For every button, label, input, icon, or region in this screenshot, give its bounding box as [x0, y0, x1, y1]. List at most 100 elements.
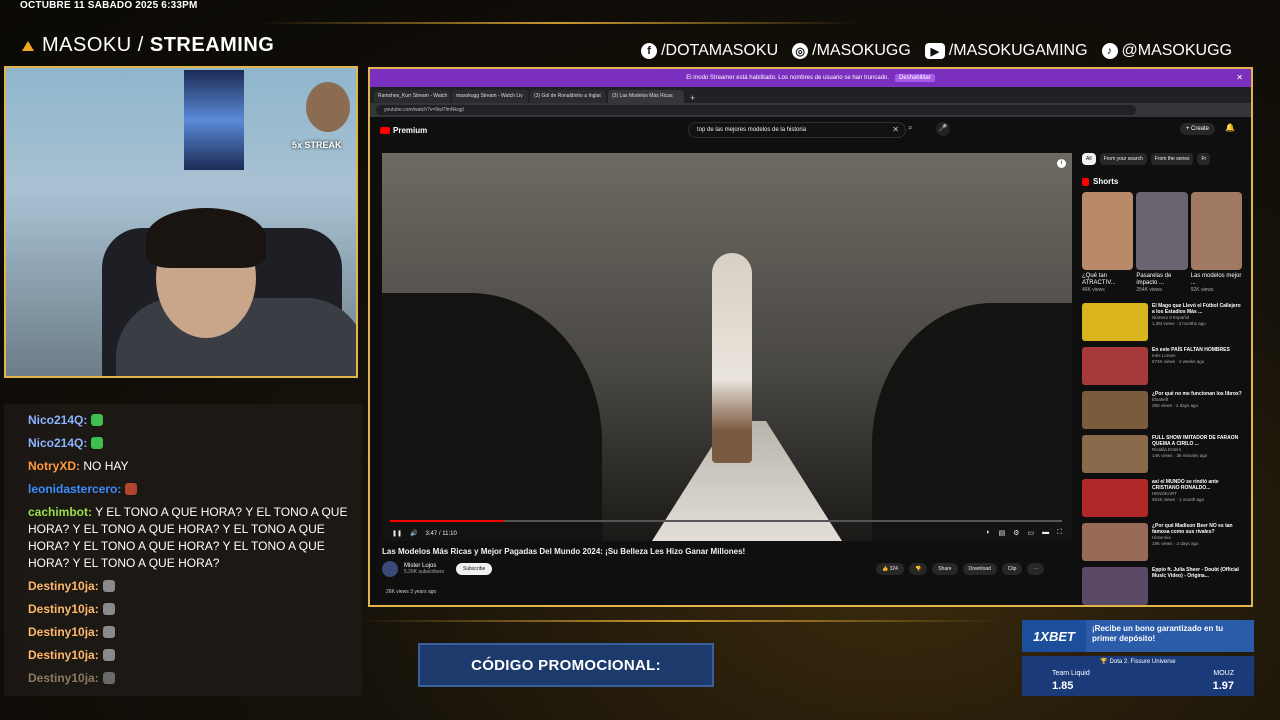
video-thumbnail[interactable] [1082, 347, 1148, 385]
filter-chip[interactable]: Fr [1197, 153, 1211, 165]
share-button[interactable]: Share [932, 563, 958, 575]
short-thumbnail[interactable] [1190, 192, 1242, 270]
video-title[interactable]: Eppio ft. Julia Sheer - Doubt (Official … [1152, 567, 1242, 579]
chat-message: leonidastercero: [28, 481, 358, 498]
clip-button[interactable]: Clip [1001, 563, 1023, 575]
clear-search-icon[interactable]: ✕ [892, 125, 899, 134]
short-card[interactable]: ¿Qué tan ATRACTIV... 46K views [1082, 192, 1134, 293]
short-title[interactable]: Las modelos mejor ... [1191, 273, 1242, 287]
autoplay-toggle-icon[interactable]: ◐ [986, 529, 990, 537]
filter-chip[interactable]: From your search [1099, 153, 1147, 165]
video-meta: 18K views · 2 days ago [1152, 541, 1199, 546]
more-options-icon[interactable]: ⋯ [1027, 563, 1045, 575]
social-handle[interactable]: ♪ @MASOKUGG [1101, 42, 1232, 60]
recommended-video[interactable]: así el MUNDO se rindió ante CRISTIANO RO… [1082, 479, 1242, 521]
recommendations-sidebar: All From your search From the series Fr Sho… [1082, 153, 1242, 605]
video-title[interactable]: FULL SHOW IMITADOR DE FARAON QUEMA A CIR… [1152, 435, 1242, 447]
chat-username[interactable]: NotryXD: [28, 459, 80, 473]
chat-message: cachimbot: Y EL TONO A QUE HORA? Y EL TO… [28, 504, 358, 572]
streamer-hair [146, 208, 266, 268]
progress-bar[interactable] [390, 520, 1062, 522]
team2-odds: 1.97 [1212, 680, 1234, 692]
url-field[interactable]: youtube.com/watch?v=9wl7lmNkqgI [376, 105, 1136, 115]
video-thumbnail[interactable] [1082, 391, 1148, 429]
video-thumbnail[interactable] [1082, 523, 1148, 561]
short-card[interactable]: Pasarelas de impacto ... 254K views [1136, 192, 1188, 293]
chat-emote-icon [102, 580, 115, 592]
recommended-list: El Mago que Llevó el Fútbol Callejero a … [1082, 303, 1242, 605]
shorts-heading: Shorts [1082, 177, 1242, 186]
video-thumbnail[interactable] [1082, 567, 1148, 605]
create-button[interactable]: + Create [1179, 123, 1215, 135]
mic-icon[interactable]: 🎤 [936, 122, 950, 136]
volume-icon[interactable]: 🔊 [410, 530, 417, 537]
recommended-video[interactable]: En este PAÍS FALTAN HOMBRES Inés Lorsen 67… [1082, 347, 1242, 389]
filter-chip[interactable]: All [1082, 153, 1096, 165]
video-title[interactable]: El Mago que Llevó el Fútbol Callejero a … [1152, 303, 1242, 315]
disable-button[interactable]: Deshabilitar [895, 74, 935, 82]
chat-emote-icon [102, 672, 115, 684]
channel-avatar[interactable] [382, 561, 398, 577]
download-button[interactable]: Download [962, 563, 997, 575]
chat-username[interactable]: Destiny10ja: [28, 648, 99, 662]
short-title[interactable]: Pasarelas de impacto ... [1136, 273, 1187, 287]
browser-tab[interactable]: masokugg Stream - Watch Liv [452, 90, 528, 103]
short-card[interactable]: Las modelos mejor ... 92K views [1190, 192, 1242, 293]
like-button[interactable]: 👍 324 [876, 563, 904, 575]
chat-emote-icon [102, 649, 115, 661]
video-thumbnail[interactable] [1082, 479, 1148, 517]
social-handle-label: @MASOKUGG [1121, 42, 1232, 59]
chat-username[interactable]: Nico214Q: [28, 413, 87, 427]
decor-line [360, 620, 1000, 622]
short-title[interactable]: ¿Qué tan ATRACTIV... [1082, 273, 1133, 287]
info-icon[interactable]: i [1057, 159, 1066, 168]
filter-chip[interactable]: From the series [1150, 153, 1194, 165]
browser-tab[interactable]: (3) Las Modelos Más Ricas [608, 90, 684, 103]
recommended-video[interactable]: ¿Por qué Madison Beer NO es tan famosa c… [1082, 523, 1242, 565]
fullscreen-icon[interactable]: ⛶ [1057, 529, 1062, 537]
chat-username[interactable]: Destiny10ja: [28, 625, 99, 639]
team1-odds: 1.85 [1052, 680, 1074, 692]
chat-username[interactable]: Nico214Q: [28, 436, 87, 450]
captions-icon[interactable]: ▤ [999, 529, 1006, 537]
close-icon[interactable]: ✕ [1236, 73, 1243, 82]
search-icon[interactable]: ⌕ [908, 123, 912, 133]
video-player[interactable]: i ❚❚ 🔊 3:47 / 11:10 ◐ ▤ ⚙ ▭ ▬ ⛶ [382, 153, 1072, 541]
recommended-video[interactable]: El Mago que Llevó el Fútbol Callejero a … [1082, 303, 1242, 345]
video-title[interactable]: así el MUNDO se rindió ante CRISTIANO RO… [1152, 479, 1242, 491]
notifications-bell-icon[interactable]: 🔔 [1225, 123, 1235, 132]
video-thumbnail[interactable] [1082, 435, 1148, 473]
chat-message: Destiny10ja: [28, 578, 358, 595]
recommended-video[interactable]: ¿Por qué no me funcionan los libros? Elsa… [1082, 391, 1242, 433]
browser-tab[interactable]: (3) Gol de Ronaldinho a Inglat [530, 90, 606, 103]
dislike-button[interactable]: 👎 [908, 563, 928, 575]
chat-message: Destiny10ja: [28, 601, 358, 618]
search-input[interactable]: top de las mejores modelos de la histori… [688, 122, 906, 138]
miniplayer-icon[interactable]: ▭ [1027, 529, 1034, 537]
light-panel [184, 70, 244, 170]
recommended-video[interactable]: FULL SHOW IMITADOR DE FARAON QUEMA A CIR… [1082, 435, 1242, 477]
social-handle[interactable]: f/DOTAMASOKU [641, 42, 778, 60]
short-thumbnail[interactable] [1082, 192, 1134, 270]
browser-tab[interactable]: Ramshes_Kurr Stream - Watch [374, 90, 450, 103]
chat-panel: Nico214Q: Nico214Q: NotryXD: NO HAY leonida… [4, 404, 362, 696]
theater-icon[interactable]: ▬ [1042, 529, 1049, 537]
recommended-video[interactable]: Eppio ft. Julia Sheer - Doubt (Official … [1082, 567, 1242, 605]
social-handle[interactable]: ◎/MASOKUGG [792, 42, 911, 60]
short-thumbnail[interactable] [1136, 192, 1188, 270]
chat-username[interactable]: Destiny10ja: [28, 579, 99, 593]
youtube-logo[interactable]: Premium [380, 126, 427, 135]
video-title[interactable]: ¿Por qué Madison Beer NO es tan famosa c… [1152, 523, 1242, 535]
chat-username[interactable]: cachimbot: [28, 505, 92, 519]
chat-username[interactable]: leonidastercero: [28, 482, 121, 496]
subscribe-button[interactable]: Subscribe [456, 563, 493, 575]
chat-username[interactable]: Destiny10ja: [28, 602, 99, 616]
settings-gear-icon[interactable]: ⚙ [1013, 529, 1019, 537]
pause-icon[interactable]: ❚❚ [392, 530, 402, 537]
new-tab-icon[interactable]: + [690, 93, 695, 103]
chat-username[interactable]: Destiny10ja: [28, 671, 99, 685]
social-handle[interactable]: ▶/MASOKUGAMING [924, 42, 1088, 60]
chat-message: Destiny10ja: [28, 670, 358, 687]
video-thumbnail[interactable] [1082, 303, 1148, 341]
shorts-shelf: ¿Qué tan ATRACTIV... 46K views Pasarelas d… [1082, 192, 1242, 293]
